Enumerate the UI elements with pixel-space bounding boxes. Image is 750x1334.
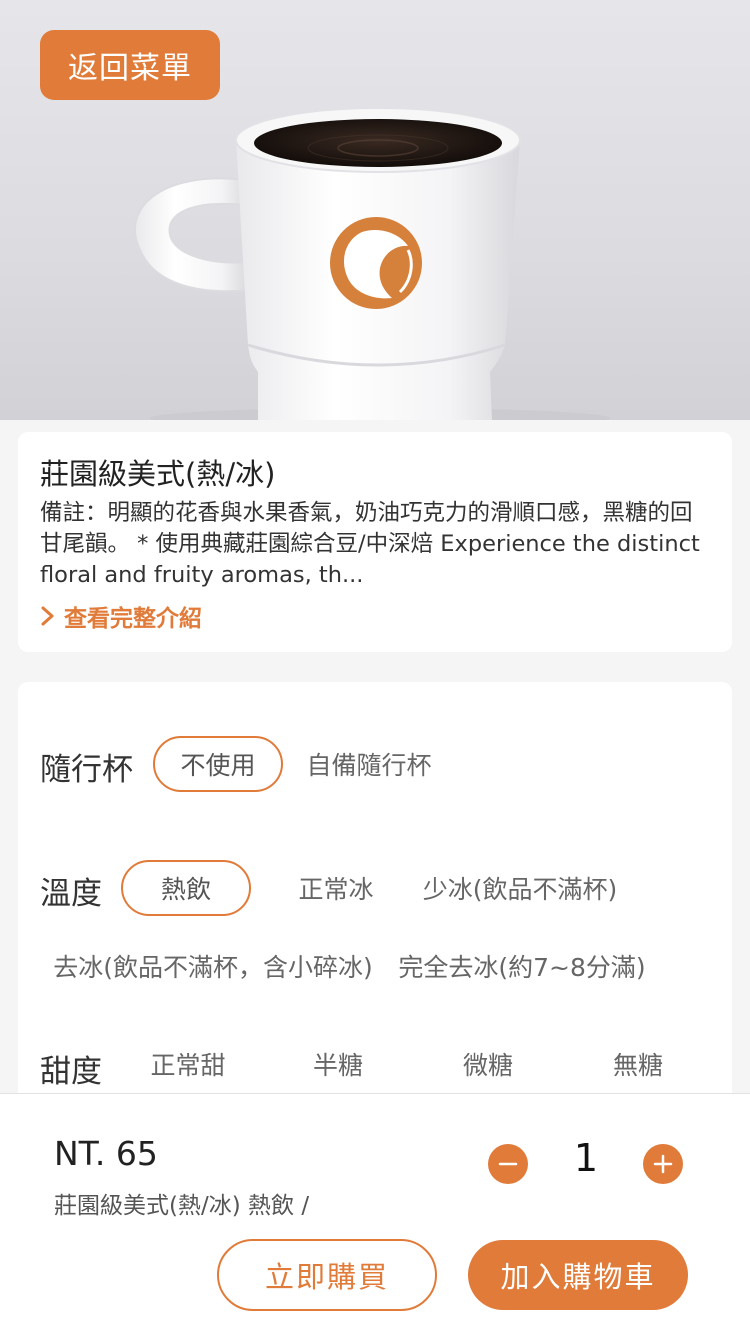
plus-icon — [653, 1154, 673, 1174]
product-title: 莊園級美式(熱/冰) — [40, 457, 276, 491]
view-full-intro-label: 查看完整介紹 — [64, 606, 202, 632]
minus-icon — [498, 1162, 518, 1166]
price-label: NT. 65 — [54, 1134, 158, 1173]
buy-now-button[interactable]: 立即購買 — [217, 1239, 437, 1311]
temp-choice-less-ice[interactable]: 少冰(飲品不滿杯) — [416, 860, 624, 916]
product-info-card: 莊園級美式(熱/冰) 備註：明顯的花香與水果香氣，奶油巧克力的滑順口感，黑糖的回… — [18, 432, 732, 652]
temp-choice-fully-no-ice[interactable]: 完全去冰(約7~8分滿) — [396, 938, 648, 994]
add-to-cart-button[interactable]: 加入購物車 — [468, 1240, 688, 1310]
decrease-quantity-button[interactable] — [488, 1144, 528, 1184]
back-to-menu-button[interactable]: 返回菜單 — [40, 30, 220, 100]
temp-choice-regular-ice[interactable]: 正常冰 — [280, 860, 392, 916]
selection-summary: 莊園級美式(熱/冰) 熱飲 / — [54, 1193, 310, 1219]
sweet-choice-half[interactable]: 半糖 — [280, 1036, 396, 1092]
cup-option-label: 隨行杯 — [40, 752, 133, 788]
sweet-choice-none[interactable]: 無糖 — [580, 1036, 696, 1092]
product-description: 備註：明顯的花香與水果香氣，奶油巧克力的滑順口感，黑糖的回甘尾韻。 * 使用典藏… — [40, 500, 700, 588]
temp-choice-no-ice[interactable]: 去冰(飲品不滿杯，含小碎冰) — [46, 938, 380, 994]
cup-choice-own[interactable]: 自備隨行杯 — [294, 736, 444, 792]
temperature-option-label: 溫度 — [40, 876, 102, 912]
product-hero-image: 返回菜單 — [0, 0, 750, 420]
view-full-intro-link[interactable]: 查看完整介紹 — [40, 599, 710, 633]
chevron-right-icon — [41, 606, 54, 626]
temp-choice-hot[interactable]: 熱飲 — [121, 860, 251, 916]
brand-logo-icon — [330, 217, 422, 309]
sweet-choice-regular[interactable]: 正常甜 — [130, 1036, 246, 1092]
sweetness-option-label: 甜度 — [40, 1054, 102, 1090]
checkout-bar: NT. 65 莊園級美式(熱/冰) 熱飲 / 1 立即購買 加入購物車 — [0, 1093, 750, 1334]
sweet-choice-light[interactable]: 微糖 — [430, 1036, 546, 1092]
quantity-value: 1 — [573, 1136, 599, 1180]
cup-choice-no[interactable]: 不使用 — [153, 736, 283, 792]
increase-quantity-button[interactable] — [643, 1144, 683, 1184]
